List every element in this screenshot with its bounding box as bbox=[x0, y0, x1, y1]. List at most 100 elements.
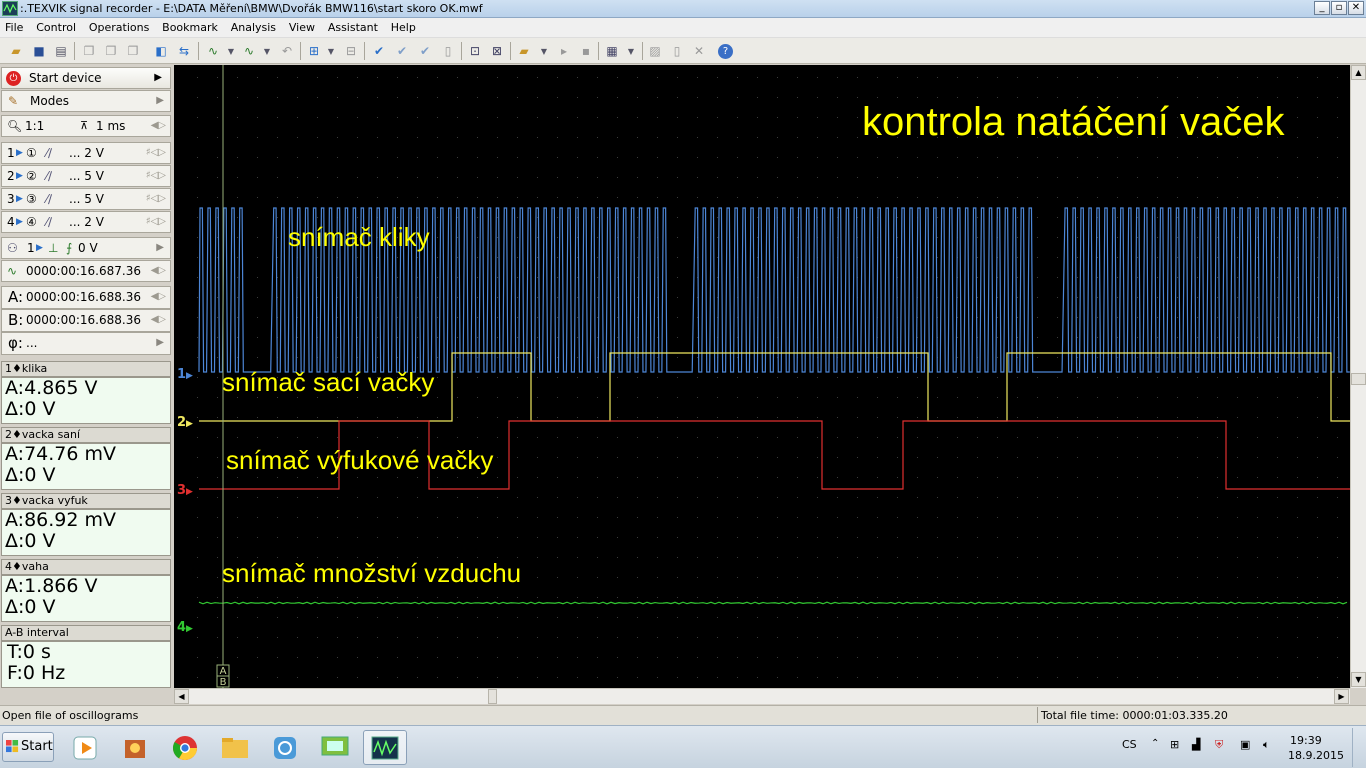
bookmark-folder-icon[interactable]: ▰ bbox=[515, 42, 533, 60]
windows-logo-icon bbox=[6, 740, 19, 753]
channel-1-marker[interactable]: 1 bbox=[177, 367, 186, 382]
close-button[interactable]: ✕ bbox=[1348, 1, 1364, 15]
arrow-right-icon: ▶ bbox=[186, 371, 193, 381]
delete-icon[interactable]: ✕ bbox=[690, 42, 708, 60]
image-icon[interactable]: ▨ bbox=[646, 42, 664, 60]
desktop-app-icon[interactable] bbox=[313, 730, 357, 765]
help-icon[interactable]: ? bbox=[718, 44, 733, 59]
restore-button[interactable]: ▫ bbox=[1331, 1, 1347, 15]
play-icon[interactable]: ▸ bbox=[555, 42, 573, 60]
file-explorer-icon[interactable] bbox=[213, 730, 257, 765]
menu-bar: File Control Operations Bookmark Analysi… bbox=[0, 18, 1366, 38]
clipboard-icon[interactable]: ▯ bbox=[439, 42, 457, 60]
left-right-icon: ◀▷ bbox=[150, 265, 166, 276]
fit-icon[interactable]: ⊡ bbox=[466, 42, 484, 60]
channel-4-row[interactable]: 4 ▶ ④ ⁄∕ ... 2 V ♯◁▷ bbox=[1, 211, 171, 233]
cursor-a-row[interactable]: A: 0000:00:16.688.36 ◀▷ bbox=[1, 286, 171, 309]
show-hidden-icons-icon[interactable]: ⌃ bbox=[1151, 738, 1159, 749]
stop-icon[interactable]: ▪ bbox=[577, 42, 595, 60]
document-icon[interactable]: ▯ bbox=[668, 42, 686, 60]
channel-4-marker[interactable]: 4 bbox=[177, 620, 186, 635]
media-player-icon[interactable] bbox=[63, 730, 107, 765]
scroll-left-icon[interactable]: ◀ bbox=[174, 689, 189, 704]
scroll-thumb[interactable] bbox=[488, 689, 497, 704]
scroll-thumb[interactable] bbox=[1351, 373, 1366, 385]
duplicate-icon[interactable]: ❐ bbox=[124, 42, 142, 60]
chevron-down-icon[interactable]: ▼ bbox=[222, 42, 240, 60]
chrome-icon[interactable] bbox=[163, 730, 207, 765]
open-folder-icon[interactable]: ▰ bbox=[7, 42, 25, 60]
clock-date[interactable]: 18.9.2015 bbox=[1288, 749, 1344, 762]
menu-view[interactable]: View bbox=[284, 18, 319, 34]
measure-1-a: A:4.865 V bbox=[5, 377, 98, 399]
channel-1-row[interactable]: 1 ▶ ① ⁄∕ ... 2 V ♯◁▷ bbox=[1, 142, 171, 164]
paste-icon[interactable]: ❐ bbox=[102, 42, 120, 60]
oscilloscope-canvas[interactable]: A B 1 ▶ 2 ▶ 3 ▶ 4 ▶ kontrola natáčení va… bbox=[174, 65, 1350, 688]
channel-3-row[interactable]: 3 ▶ ③ ⁄∕ ... 5 V ♯◁▷ bbox=[1, 188, 171, 210]
scroll-down-icon[interactable]: ▼ bbox=[1351, 672, 1366, 687]
coupling-icon: ⁄∕ bbox=[46, 169, 53, 183]
trigger-time-icon: ∿ bbox=[7, 264, 18, 278]
window-title: :.TEXVIK signal recorder - E:\DATA Měřen… bbox=[20, 2, 483, 15]
chevron-down-icon[interactable]: ▼ bbox=[622, 42, 640, 60]
cursor-tag[interactable]: A B bbox=[216, 664, 230, 688]
action-center-icon[interactable]: ⊞ bbox=[1170, 738, 1179, 751]
check-icon[interactable]: ✔ bbox=[370, 42, 388, 60]
security-icon[interactable]: ⛨ bbox=[1215, 738, 1223, 752]
zoom-out-icon[interactable]: ⊟ bbox=[342, 42, 360, 60]
trigger-time-row[interactable]: ∿ 0000:00:16.687.36 ◀▷ bbox=[1, 260, 171, 282]
save-icon[interactable]: ■ bbox=[30, 42, 48, 60]
device-icon[interactable]: ▣ bbox=[1240, 738, 1250, 751]
wave-mode-icon[interactable]: ∿ bbox=[204, 42, 222, 60]
arrow-right-icon: ▶ bbox=[16, 217, 23, 227]
keyboard-icon[interactable]: ▦ bbox=[603, 42, 621, 60]
print-icon[interactable]: ▤ bbox=[52, 42, 70, 60]
remote-app-icon[interactable] bbox=[263, 730, 307, 765]
zoom-timebase-row[interactable]: 🔍︎ 1:1 ⊼ 1 ms ◀▷ bbox=[1, 115, 171, 137]
start-device-button[interactable]: ⏻ Start device ▶ bbox=[1, 67, 171, 89]
scroll-up-icon[interactable]: ▲ bbox=[1351, 65, 1366, 80]
start-button[interactable]: Start bbox=[2, 732, 54, 762]
select-icon[interactable]: ⇆ bbox=[175, 42, 193, 60]
channel-2-marker[interactable]: 2 bbox=[177, 415, 186, 430]
chevron-down-icon[interactable]: ▼ bbox=[535, 42, 553, 60]
minimize-button[interactable]: _ bbox=[1314, 1, 1330, 15]
total-file-time: Total file time: 0000:01:03.335.20 bbox=[1041, 709, 1228, 722]
chevron-down-icon[interactable]: ▼ bbox=[322, 42, 340, 60]
measure-icon[interactable]: ⊠ bbox=[488, 42, 506, 60]
network-icon[interactable]: ▟ bbox=[1192, 738, 1200, 751]
left-right-icon: ◀▷ bbox=[150, 120, 166, 131]
tools-app-icon[interactable] bbox=[113, 730, 157, 765]
menu-assistant[interactable]: Assistant bbox=[323, 18, 382, 34]
oscilloscope-view[interactable]: A B 1 ▶ 2 ▶ 3 ▶ 4 ▶ kontrola natáčení va… bbox=[174, 65, 1350, 688]
title-bar: :.TEXVIK signal recorder - E:\DATA Měřen… bbox=[0, 0, 1366, 18]
crop-icon[interactable]: ◧ bbox=[152, 42, 170, 60]
phase-row[interactable]: φ: ... ▶ bbox=[1, 332, 171, 355]
modes-button[interactable]: ✎ Modes ▶ bbox=[1, 90, 171, 112]
zoom-in-icon[interactable]: ⊞ bbox=[305, 42, 323, 60]
vertical-scrollbar[interactable]: ▲ ▼ bbox=[1350, 65, 1366, 688]
menu-file[interactable]: File bbox=[0, 18, 27, 34]
language-indicator[interactable]: CS bbox=[1122, 738, 1137, 751]
clock-time[interactable]: 19:39 bbox=[1290, 734, 1322, 747]
horizontal-scrollbar[interactable]: ◀ ▶ bbox=[174, 688, 1350, 704]
wave-compare-icon[interactable]: ∿ bbox=[240, 42, 258, 60]
chevron-down-icon[interactable]: ▼ bbox=[258, 42, 276, 60]
texvik-app-icon[interactable] bbox=[363, 730, 407, 765]
volume-icon[interactable]: 🔈︎ bbox=[1263, 738, 1270, 752]
channel-2-row[interactable]: 2 ▶ ② ⁄∕ ... 5 V ♯◁▷ bbox=[1, 165, 171, 187]
menu-control[interactable]: Control bbox=[31, 18, 80, 34]
channel-3-marker[interactable]: 3 bbox=[177, 483, 186, 498]
trigger-row[interactable]: ⚇ 1 ▶ ⊥ ⨍ 0 V ▶ bbox=[1, 237, 171, 259]
scroll-right-icon[interactable]: ▶ bbox=[1334, 689, 1349, 704]
menu-help[interactable]: Help bbox=[386, 18, 420, 34]
check-all-icon[interactable]: ✔ bbox=[393, 42, 411, 60]
cursor-b-row[interactable]: B: 0000:00:16.688.36 ◀▷ bbox=[1, 309, 171, 332]
menu-bookmark[interactable]: Bookmark bbox=[157, 18, 222, 34]
show-desktop-button[interactable] bbox=[1352, 728, 1365, 767]
menu-analysis[interactable]: Analysis bbox=[226, 18, 280, 34]
check-next-icon[interactable]: ✔ bbox=[416, 42, 434, 60]
menu-operations[interactable]: Operations bbox=[84, 18, 153, 34]
copy-icon[interactable]: ❐ bbox=[80, 42, 98, 60]
undo-icon[interactable]: ↶ bbox=[278, 42, 296, 60]
